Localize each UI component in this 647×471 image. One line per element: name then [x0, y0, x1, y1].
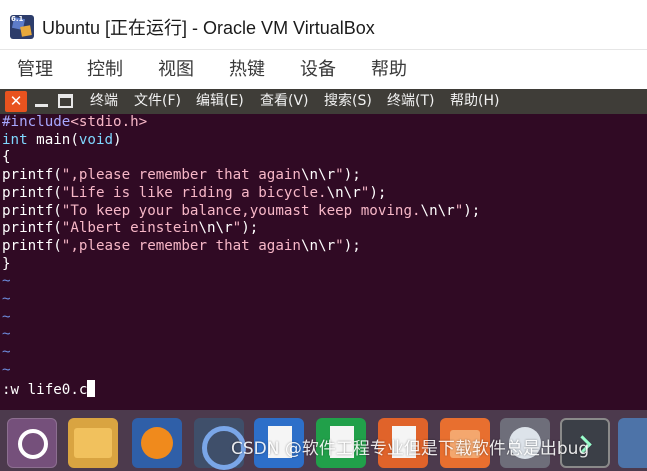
term-menu-view[interactable]: 查看(V) — [260, 89, 309, 114]
window-title: Ubuntu [正在运行] - Oracle VM VirtualBox — [42, 18, 375, 38]
term-menu-edit[interactable]: 编辑(E) — [196, 89, 244, 114]
code-line: printf("Life is like riding a bicycle.\n… — [2, 184, 387, 201]
close-icon: ✕ — [9, 92, 23, 110]
files-icon[interactable] — [68, 418, 118, 468]
menu-hotkeys[interactable]: 热键 — [229, 51, 265, 89]
term-menu-terminal[interactable]: 终端 — [90, 89, 118, 114]
code-line: int main(void) — [2, 131, 122, 148]
menu-view[interactable]: 视图 — [158, 51, 194, 89]
more-apps-icon[interactable] — [618, 418, 647, 468]
menu-devices[interactable]: 设备 — [300, 51, 336, 89]
text-cursor — [87, 380, 96, 397]
empty-line-marker: ~ — [2, 308, 11, 325]
empty-line-marker: ~ — [2, 361, 11, 378]
menu-help[interactable]: 帮助 — [371, 51, 407, 89]
virtualbox-menubar: 管理 控制 视图 热键 设备 帮助 — [0, 51, 647, 89]
menu-control[interactable]: 控制 — [87, 51, 123, 89]
code-line: } — [2, 255, 11, 272]
empty-line-marker: ~ — [2, 344, 11, 361]
empty-line-marker: ~ — [2, 326, 11, 343]
virtualbox-titlebar: 6.1 Ubuntu [正在运行] - Oracle VM VirtualBox — [0, 0, 647, 50]
terminal-body[interactable]: #include<stdio.h> int main(void){printf("… — [0, 114, 647, 410]
code-line: #include<stdio.h> — [2, 114, 148, 130]
term-menu-search[interactable]: 搜索(S) — [324, 89, 372, 114]
empty-line-marker: ~ — [2, 273, 11, 290]
virtualbox-icon: 6.1 — [10, 15, 34, 39]
code-line: printf(",please remember that again\n\r"… — [2, 237, 361, 254]
empty-line-marker: ~ — [2, 291, 11, 307]
code-line: printf(",please remember that again\n\r"… — [2, 167, 361, 184]
virtualbox-icon-badge: 6.1 — [11, 15, 24, 23]
term-menu-help[interactable]: 帮助(H) — [450, 89, 499, 114]
code-line: printf("To keep your balance,youmast kee… — [2, 202, 481, 219]
minimize-button[interactable] — [34, 93, 50, 109]
firefox-icon[interactable] — [132, 418, 182, 468]
code-line: { — [2, 149, 11, 166]
code-line: printf("Albert einstein\n\r"); — [2, 220, 259, 237]
term-menu-terminal-t[interactable]: 终端(T) — [387, 89, 434, 114]
ubuntu-dash-icon[interactable] — [7, 418, 57, 468]
terminal-titlebar: ✕ 终端 文件(F) 编辑(E) 查看(V) 搜索(S) 终端(T) 帮助(H) — [0, 89, 647, 114]
command-text: :w life0.c — [2, 382, 88, 398]
close-button[interactable]: ✕ — [5, 91, 27, 112]
menu-manage[interactable]: 管理 — [17, 51, 53, 89]
csdn-watermark: CSDN @软件工程专业但是下载软件总是出bug — [231, 439, 590, 459]
term-menu-file[interactable]: 文件(F) — [134, 89, 181, 114]
maximize-button[interactable] — [58, 94, 73, 108]
vim-command-line: :w life0.c — [2, 380, 96, 398]
